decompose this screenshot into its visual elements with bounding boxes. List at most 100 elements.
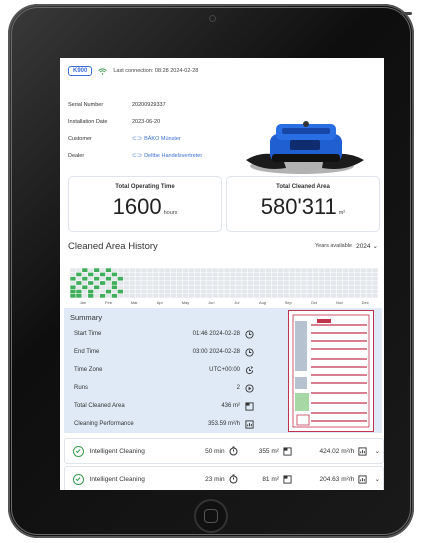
heatmap-cell[interactable] <box>301 289 307 294</box>
heatmap-cell[interactable] <box>88 281 94 285</box>
heatmap-cell[interactable] <box>360 285 366 290</box>
heatmap-cell[interactable] <box>230 276 236 281</box>
heatmap-cell[interactable] <box>301 268 307 272</box>
heatmap-cell[interactable] <box>265 281 272 285</box>
heatmap-cell[interactable] <box>236 285 242 290</box>
chevron-down-icon[interactable]: ⌄ <box>372 474 383 484</box>
heatmap-cell[interactable] <box>76 294 82 298</box>
heatmap-cell[interactable] <box>336 289 343 294</box>
heatmap-cell[interactable] <box>182 289 189 294</box>
heatmap-cell[interactable] <box>330 281 337 285</box>
heatmap-cell[interactable] <box>93 294 100 298</box>
heatmap-cell[interactable] <box>206 289 212 294</box>
heatmap-cell[interactable] <box>271 289 277 294</box>
heatmap-cell[interactable] <box>319 285 325 290</box>
heatmap-cell[interactable] <box>117 294 123 298</box>
heatmap-cell[interactable] <box>324 294 331 298</box>
heatmap-cell[interactable] <box>188 294 195 298</box>
heatmap-cell[interactable] <box>182 268 189 272</box>
heatmap-cell[interactable] <box>354 276 360 281</box>
heatmap-cell[interactable] <box>313 294 319 298</box>
heatmap-cell[interactable] <box>153 289 159 294</box>
heatmap-cell[interactable] <box>354 268 360 272</box>
heatmap-cell[interactable] <box>200 294 206 298</box>
heatmap-cell[interactable] <box>366 294 372 298</box>
heatmap-cell[interactable] <box>354 281 360 285</box>
heatmap-cell[interactable] <box>313 285 319 290</box>
heatmap-cell[interactable] <box>141 268 147 272</box>
heatmap-cell[interactable] <box>88 289 94 294</box>
heatmap-cell[interactable] <box>82 285 88 290</box>
heatmap-cell[interactable] <box>147 289 153 294</box>
floor-map[interactable] <box>288 310 374 432</box>
heatmap-cell[interactable] <box>159 285 165 290</box>
heatmap-cell[interactable] <box>342 276 349 281</box>
heatmap-cell[interactable] <box>153 268 159 272</box>
heatmap-cell[interactable] <box>271 294 277 298</box>
heatmap-cell[interactable] <box>176 289 183 294</box>
heatmap-cell[interactable] <box>182 281 189 285</box>
heatmap-cell[interactable] <box>99 276 106 281</box>
heatmap-cell[interactable] <box>289 289 295 294</box>
heatmap-cell[interactable] <box>200 268 206 272</box>
heatmap-cell[interactable] <box>170 281 177 285</box>
heatmap-cell[interactable] <box>224 281 230 285</box>
heatmap-cell[interactable] <box>88 268 94 272</box>
heatmap-cell[interactable] <box>265 285 272 290</box>
customer-link[interactable]: ⊂⊃ BÄKO Münster <box>132 135 181 143</box>
heatmap-cell[interactable] <box>366 268 372 272</box>
heatmap-cell[interactable] <box>218 276 224 281</box>
heatmap-cell[interactable] <box>247 276 254 281</box>
heatmap-cell[interactable] <box>176 281 183 285</box>
heatmap-cell[interactable] <box>111 289 118 294</box>
heatmap-cell[interactable] <box>129 268 135 272</box>
heatmap-cell[interactable] <box>141 272 147 277</box>
heatmap-cell[interactable] <box>212 272 218 277</box>
heatmap-cell[interactable] <box>277 268 283 272</box>
heatmap-cell[interactable] <box>147 268 153 272</box>
heatmap-cell[interactable] <box>319 272 325 277</box>
heatmap-cell[interactable] <box>307 281 313 285</box>
heatmap-cell[interactable] <box>277 289 283 294</box>
heatmap-cell[interactable] <box>70 272 76 277</box>
heatmap-cell[interactable] <box>289 268 295 272</box>
heatmap-cell[interactable] <box>277 285 283 290</box>
heatmap-cell[interactable] <box>182 285 189 290</box>
heatmap-cell[interactable] <box>129 272 135 277</box>
heatmap-cell[interactable] <box>111 272 118 277</box>
heatmap-cell[interactable] <box>253 272 260 277</box>
heatmap-cell[interactable] <box>277 272 283 277</box>
heatmap-cell[interactable] <box>242 285 248 290</box>
heatmap-cell[interactable] <box>194 268 200 272</box>
heatmap-cell[interactable] <box>188 272 195 277</box>
heatmap-cell[interactable] <box>99 281 106 285</box>
heatmap-cell[interactable] <box>372 272 378 277</box>
heatmap-cell[interactable] <box>129 289 135 294</box>
heatmap-cell[interactable] <box>206 294 212 298</box>
heatmap-cell[interactable] <box>111 294 118 298</box>
heatmap-cell[interactable] <box>165 272 171 277</box>
heatmap-cell[interactable] <box>182 294 189 298</box>
heatmap-cell[interactable] <box>307 294 313 298</box>
heatmap-cell[interactable] <box>348 294 354 298</box>
heatmap-cell[interactable] <box>153 294 159 298</box>
heatmap-cell[interactable] <box>313 268 319 272</box>
heatmap-cell[interactable] <box>283 272 289 277</box>
heatmap-cell[interactable] <box>242 281 248 285</box>
heatmap-cell[interactable] <box>224 289 230 294</box>
heatmap-cell[interactable] <box>105 289 112 294</box>
heatmap-cell[interactable] <box>82 276 88 281</box>
heatmap-cell[interactable] <box>313 281 319 285</box>
heatmap-cell[interactable] <box>212 281 218 285</box>
heatmap-cell[interactable] <box>123 276 129 281</box>
heatmap-cell[interactable] <box>348 272 354 277</box>
heatmap-cell[interactable] <box>170 276 177 281</box>
heatmap-cell[interactable] <box>123 289 129 294</box>
heatmap-cell[interactable] <box>348 289 354 294</box>
heatmap-cell[interactable] <box>301 285 307 290</box>
heatmap-cell[interactable] <box>342 281 349 285</box>
heatmap-cell[interactable] <box>230 281 236 285</box>
heatmap-cell[interactable] <box>188 289 195 294</box>
heatmap-cell[interactable] <box>336 272 343 277</box>
heatmap-cell[interactable] <box>141 289 147 294</box>
